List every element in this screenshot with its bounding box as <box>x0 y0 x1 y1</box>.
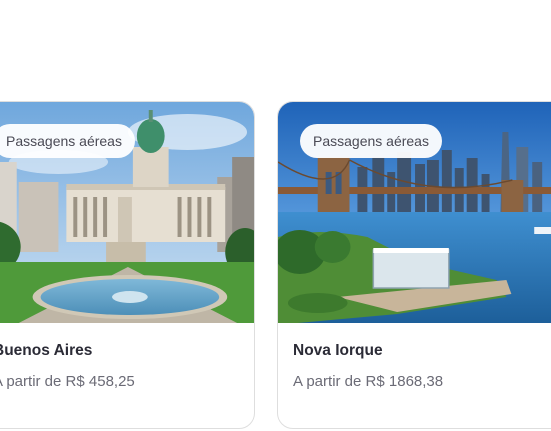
flight-category-badge: Passagens aéreas <box>300 124 442 158</box>
destination-title: Nova Iorque <box>293 342 383 359</box>
destination-price: A partir de R$ 1868,38 <box>293 373 444 390</box>
destination-card-nova-iorque[interactable]: Passagens aéreas Nova Iorque A partir de… <box>277 101 551 429</box>
destination-title: Buenos Aires <box>0 342 93 359</box>
flight-category-badge: Passagens aéreas <box>0 124 135 158</box>
destination-price: A partir de R$ 458,25 <box>0 373 135 390</box>
destination-carousel: Passagens aéreas Buenos Aires A partir d… <box>0 0 551 431</box>
destination-card-buenos-aires[interactable]: Passagens aéreas Buenos Aires A partir d… <box>0 101 255 429</box>
